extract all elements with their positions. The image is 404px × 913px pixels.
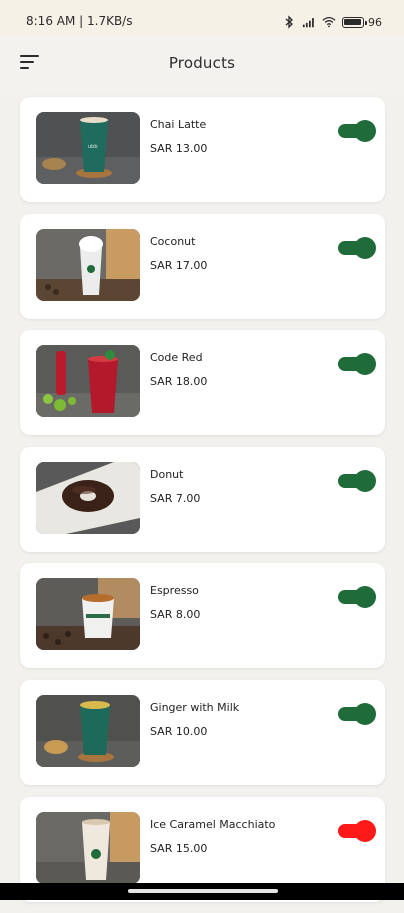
availability-toggle[interactable] [338, 120, 376, 142]
availability-toggle[interactable] [338, 353, 376, 376]
home-indicator[interactable] [128, 889, 278, 893]
product-name: Chai Latte [150, 118, 207, 131]
product-image [36, 461, 140, 534]
app-header: Products [0, 36, 404, 90]
product-name: Ice Caramel Macchiato [150, 817, 276, 831]
product-image [36, 345, 140, 418]
availability-toggle[interactable] [338, 469, 376, 492]
product-list: ubb Chai Latte SAR 13.00 Coconut SAR 17.… [20, 97, 385, 913]
product-image: ubb [36, 112, 140, 184]
product-price: SAR 17.00 [150, 258, 208, 272]
wifi-icon [322, 16, 336, 28]
product-image [36, 811, 140, 884]
product-price: SAR 8.00 [150, 608, 201, 622]
product-name: Ginger with Milk [150, 700, 240, 714]
product-image [36, 228, 140, 301]
product-name: Espresso [150, 584, 199, 598]
product-card[interactable]: Coconut SAR 17.00 [20, 213, 385, 319]
page-title: Products [168, 54, 236, 72]
product-price: SAR 10.00 [150, 724, 208, 738]
battery-level: 96 [368, 15, 382, 29]
product-card[interactable]: Espresso SAR 8.00 [20, 563, 385, 669]
battery-icon [342, 16, 367, 28]
product-name: Donut [150, 467, 184, 481]
availability-toggle[interactable] [338, 586, 376, 609]
system-navigation-bar [0, 883, 404, 900]
product-price: SAR 7.00 [150, 491, 201, 505]
product-price: SAR 15.00 [150, 841, 208, 855]
status-bar: 8:16 AM | 1.7KB/s 96 [0, 0, 404, 36]
battery-indicator: 96 [342, 16, 382, 29]
status-icons: 96 [282, 12, 382, 32]
availability-toggle[interactable] [338, 236, 376, 259]
product-image [36, 578, 140, 651]
product-card[interactable]: Donut SAR 7.00 [20, 446, 385, 552]
product-price: SAR 13.00 [150, 142, 208, 155]
bluetooth-icon [285, 15, 293, 29]
status-time: 8:16 AM | 1.7KB/s [26, 14, 133, 28]
product-name: Coconut [150, 234, 196, 248]
product-price: SAR 18.00 [150, 375, 208, 389]
availability-toggle[interactable] [338, 819, 376, 842]
product-card[interactable]: Ginger with Milk SAR 10.00 [20, 679, 385, 785]
product-card[interactable]: Code Red SAR 18.00 [20, 330, 385, 436]
product-card[interactable]: ubb Chai Latte SAR 13.00 [20, 97, 385, 202]
availability-toggle[interactable] [338, 702, 376, 725]
signal-icon [302, 18, 314, 28]
svg-text:ubb: ubb [88, 144, 98, 150]
product-name: Code Red [150, 351, 203, 365]
product-image [36, 694, 140, 767]
